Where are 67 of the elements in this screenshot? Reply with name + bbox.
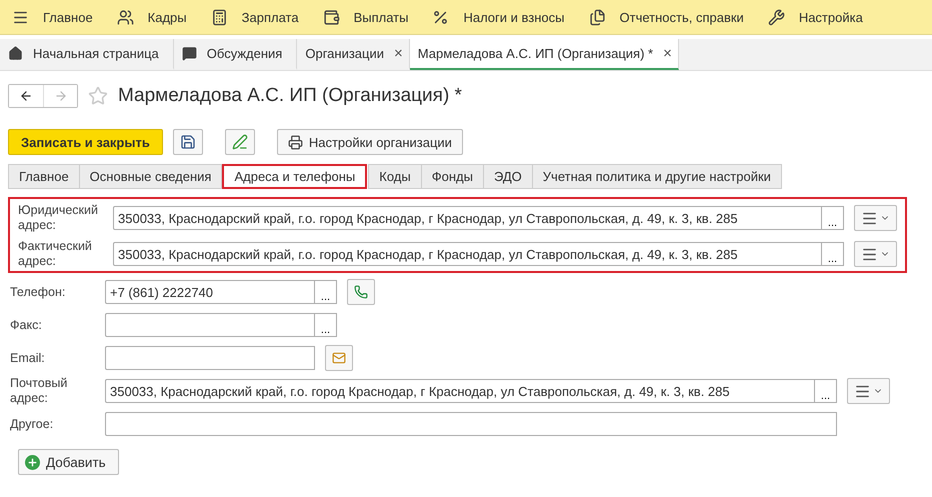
form-tab[interactable]: Коды <box>368 164 422 189</box>
plus-icon <box>25 454 40 470</box>
field-label: Почтовый адрес: <box>10 376 68 406</box>
menu-item[interactable]: Отчетность, справки <box>620 10 744 24</box>
select-button[interactable]: ... <box>822 242 844 266</box>
home-icon <box>8 46 23 61</box>
input-field[interactable]: 350033, Краснодарский край, г.о. город Краснодар, г Краснодар, ул Ставропольская, д. 49, к. 3, кв. 285 <box>113 242 822 266</box>
arrow-right-icon <box>54 89 68 103</box>
tab-label[interactable]: Обсуждения <box>206 46 282 61</box>
form-tab[interactable]: ЭДО <box>482 164 533 189</box>
wallet-icon[interactable] <box>322 8 340 26</box>
menu-item[interactable]: Зарплата <box>242 10 299 24</box>
tab-label[interactable]: Мармеладова А.С. ИП (Организация) * <box>418 46 654 61</box>
form-title: Мармеладова А.С. ИП (Организация) * <box>118 85 462 107</box>
menu-button[interactable] <box>847 378 890 404</box>
close-button[interactable]: × <box>394 45 403 62</box>
tab-label[interactable]: Организации <box>305 46 384 61</box>
select-button[interactable]: ... <box>822 206 844 230</box>
menu-button[interactable] <box>854 241 897 267</box>
page-tab[interactable]: Мармеладова А.С. ИП (Организация) * × <box>410 39 679 70</box>
input-field[interactable] <box>105 313 315 337</box>
chat-icon <box>182 46 197 61</box>
documents-icon[interactable] <box>588 8 606 26</box>
arrow-left-icon <box>19 89 33 103</box>
form-tab[interactable]: Основные сведения <box>78 164 222 189</box>
select-button[interactable]: ... <box>815 379 837 403</box>
users-icon[interactable] <box>116 8 134 26</box>
tab-label[interactable]: Начальная страница <box>33 46 159 61</box>
form-tab[interactable]: Главное <box>8 164 80 189</box>
menu-item[interactable]: Настройка <box>798 10 863 24</box>
menu-button[interactable] <box>854 205 897 231</box>
printer-icon <box>288 134 303 150</box>
form-tab[interactable]: Адреса и телефоны <box>222 164 368 189</box>
save-close-button[interactable]: Записать и закрыть <box>8 129 163 155</box>
menu-item[interactable]: Выплаты <box>354 10 408 24</box>
envelope-icon <box>332 351 346 365</box>
star-icon <box>88 86 108 106</box>
input-field[interactable]: 350033, Краснодарский край, г.о. город Краснодар, г Краснодар, ул Ставропольская, д. 49, к. 3, кв. 285 <box>113 206 822 230</box>
save-button[interactable] <box>172 129 203 155</box>
edit-history-button[interactable] <box>224 129 255 155</box>
pen-icon <box>232 134 248 150</box>
phone-icon <box>354 285 368 299</box>
input-field[interactable] <box>105 412 837 436</box>
field-label: Телефон: <box>10 284 66 300</box>
field-label: Юридический адрес: <box>18 203 99 233</box>
input-field[interactable]: 350033, Краснодарский край, г.о. город Краснодар, г Краснодар, ул Ставропольская, д. 49, к. 3, кв. 285 <box>105 379 815 403</box>
email-button[interactable] <box>325 345 353 371</box>
input-field[interactable] <box>105 346 315 370</box>
calculator-icon[interactable] <box>210 8 228 26</box>
wrench-icon[interactable] <box>768 8 785 26</box>
add-button[interactable]: Добавить <box>18 449 119 475</box>
menu-item[interactable]: Налоги и взносы <box>463 10 564 24</box>
form-tab[interactable]: Учетная политика и другие настройки <box>532 164 782 189</box>
settings-button[interactable]: Настройки организации <box>276 129 463 155</box>
percent-icon[interactable] <box>432 8 450 26</box>
menu-item[interactable]: Главное <box>43 10 93 24</box>
field-label: Email: <box>10 350 46 366</box>
form-tab[interactable]: Фонды <box>420 164 484 189</box>
field-label: Фактический адрес: <box>18 239 93 269</box>
select-button[interactable]: ... <box>315 313 337 337</box>
input-field[interactable]: +7 (861) 2222740 <box>105 280 315 304</box>
select-button[interactable]: ... <box>315 280 337 304</box>
field-label: Другое: <box>10 416 54 432</box>
field-label: Факс: <box>10 318 43 332</box>
menu-item[interactable]: Кадры <box>148 10 187 24</box>
close-button[interactable]: × <box>663 45 672 62</box>
call-button[interactable] <box>347 279 375 305</box>
